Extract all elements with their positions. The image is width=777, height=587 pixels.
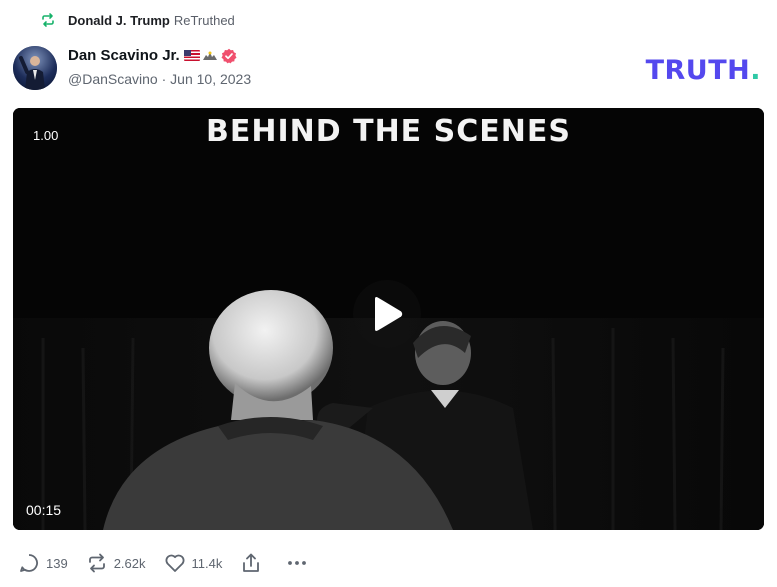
eagle-icon — [202, 51, 217, 60]
share-icon — [243, 553, 260, 572]
verified-badge-icon — [221, 48, 237, 63]
action-bar: 139 2.62k 11.4k — [18, 550, 332, 576]
video-player[interactable]: BEHIND THE SCENES 1.00 00:15 — [13, 108, 764, 530]
retruth-button[interactable]: 2.62k — [86, 552, 146, 574]
retruth-action-icon — [88, 553, 105, 573]
share-button[interactable] — [240, 552, 268, 574]
heart-icon — [165, 554, 184, 572]
us-flag-icon — [183, 50, 200, 61]
more-icon — [288, 561, 307, 565]
retruth-header: Donald J. Trump ReTruthed — [40, 11, 235, 29]
more-button[interactable] — [286, 552, 314, 574]
author-handle[interactable]: @DanScavino — [68, 71, 158, 87]
avatar[interactable] — [13, 46, 57, 90]
retruth-label: ReTruthed — [173, 12, 235, 28]
author-block: Dan Scavino Jr. @DanScavino · Jun 10, 20… — [68, 47, 251, 87]
meta-separator: · — [161, 71, 167, 87]
video-duration: 00:15 — [26, 502, 62, 518]
truth-logo[interactable]: TRUTH. — [646, 55, 761, 86]
video-overlay-title: BEHIND THE SCENES — [206, 114, 571, 149]
playback-speed-button[interactable]: 1.00 — [33, 128, 58, 143]
logo-text: TRUTH — [645, 55, 751, 86]
reply-icon — [20, 554, 38, 572]
like-count: 11.4k — [191, 555, 223, 571]
reply-button[interactable]: 139 — [18, 552, 68, 574]
play-button[interactable] — [353, 280, 421, 348]
avatar-image — [13, 46, 57, 90]
post-date[interactable]: Jun 10, 2023 — [170, 71, 251, 87]
retruth-icon — [42, 13, 54, 27]
logo-dot: . — [750, 55, 761, 86]
retruth-user-link[interactable]: Donald J. Trump — [68, 13, 170, 28]
play-icon — [375, 297, 403, 331]
like-button[interactable]: 11.4k — [164, 552, 223, 574]
reply-count: 139 — [46, 555, 68, 571]
retruth-count: 2.62k — [113, 555, 146, 571]
author-name[interactable]: Dan Scavino Jr. — [68, 47, 180, 64]
